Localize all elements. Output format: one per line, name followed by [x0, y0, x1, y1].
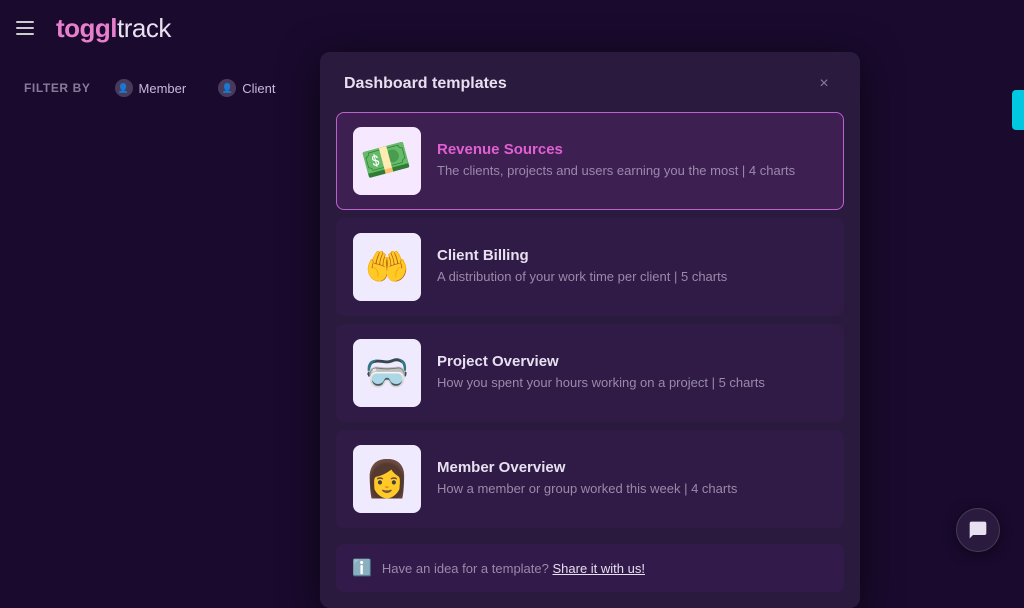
template-desc-project: How you spent your hours working on a pr… [437, 374, 827, 392]
template-desc-billing: A distribution of your work time per cli… [437, 268, 827, 286]
billing-icon: 🤲 [365, 246, 410, 288]
brand-logo: toggl track [56, 13, 171, 44]
revenue-icon: 💵 [358, 134, 415, 189]
template-name-project: Project Overview [437, 353, 827, 370]
template-text-revenue: Revenue Sources The clients, projects an… [437, 141, 827, 180]
modal-header: Dashboard templates × [320, 52, 860, 112]
footer-share-link[interactable]: Share it with us! [552, 561, 645, 576]
info-icon: ℹ️ [352, 558, 372, 578]
brand-track: track [117, 13, 171, 44]
template-name-revenue: Revenue Sources [437, 141, 827, 158]
modal-title: Dashboard templates [344, 75, 507, 93]
member-icon: 👩 [365, 458, 410, 500]
brand-toggl: toggl [56, 13, 117, 44]
footer-hint-text: Have an idea for a template? Share it wi… [382, 561, 645, 576]
chat-icon [968, 520, 988, 540]
template-item-project-overview[interactable]: 🥽 Project Overview How you spent your ho… [336, 324, 844, 422]
template-text-project: Project Overview How you spent your hour… [437, 353, 827, 392]
chat-button[interactable] [956, 508, 1000, 552]
menu-icon[interactable] [16, 14, 44, 42]
template-desc-member: How a member or group worked this week |… [437, 480, 827, 498]
template-name-member: Member Overview [437, 459, 827, 476]
modal-footer: ℹ️ Have an idea for a template? Share it… [336, 544, 844, 592]
filter-client-label: Client [242, 81, 275, 96]
filter-member-button[interactable]: 👤 Member [107, 75, 195, 101]
filter-member-label: Member [139, 81, 187, 96]
modal-close-button[interactable]: × [812, 72, 836, 96]
template-item-client-billing[interactable]: 🤲 Client Billing A distribution of your … [336, 218, 844, 316]
filter-client-button[interactable]: 👤 Client [210, 75, 283, 101]
template-icon-member: 👩 [353, 445, 421, 513]
template-icon-billing: 🤲 [353, 233, 421, 301]
client-icon: 👤 [218, 79, 236, 97]
template-item-revenue-sources[interactable]: 💵 Revenue Sources The clients, projects … [336, 112, 844, 210]
dashboard-templates-modal: Dashboard templates × 💵 Revenue Sources … [320, 52, 860, 608]
template-icon-revenue: 💵 [353, 127, 421, 195]
template-text-member: Member Overview How a member or group wo… [437, 459, 827, 498]
side-accent-button[interactable] [1012, 90, 1024, 130]
template-icon-project: 🥽 [353, 339, 421, 407]
project-icon: 🥽 [365, 352, 410, 394]
template-text-billing: Client Billing A distribution of your wo… [437, 247, 827, 286]
template-item-member-overview[interactable]: 👩 Member Overview How a member or group … [336, 430, 844, 528]
template-name-billing: Client Billing [437, 247, 827, 264]
template-desc-revenue: The clients, projects and users earning … [437, 162, 827, 180]
filter-label: FILTER BY [24, 81, 91, 95]
modal-content: 💵 Revenue Sources The clients, projects … [320, 112, 860, 540]
member-icon: 👤 [115, 79, 133, 97]
topbar: toggl track [0, 0, 1024, 56]
